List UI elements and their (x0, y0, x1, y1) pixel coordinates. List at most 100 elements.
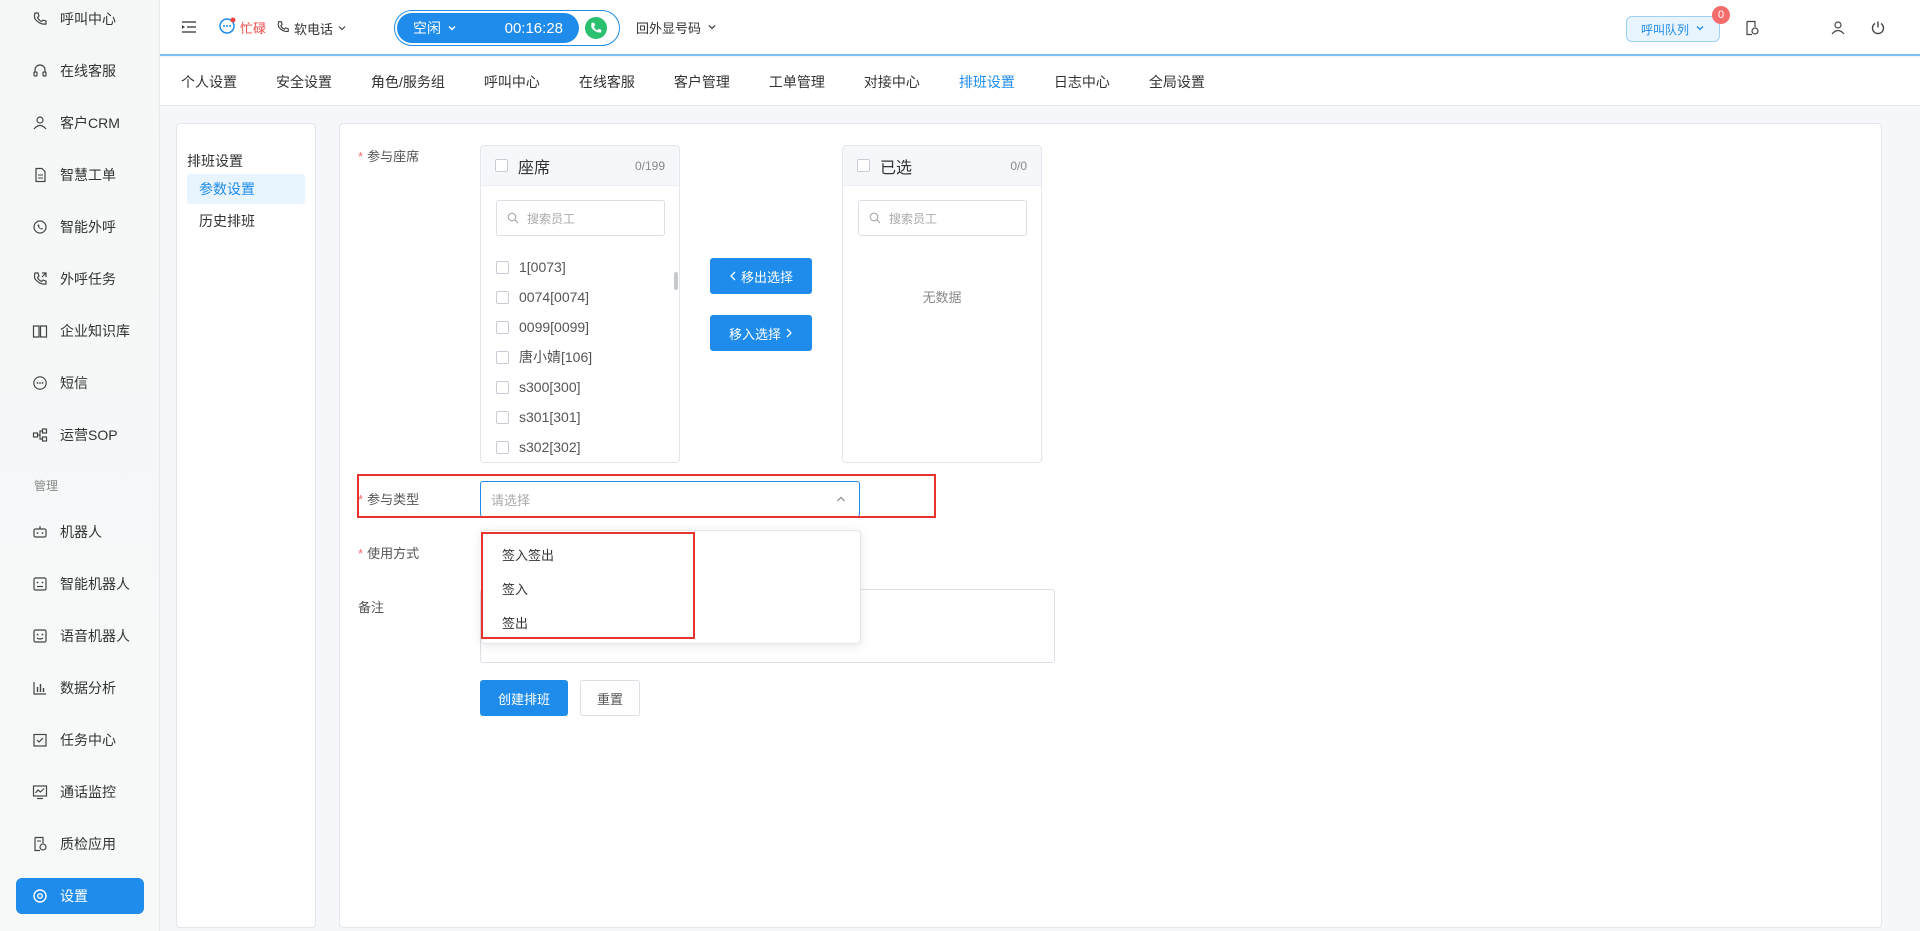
select-all-checkbox[interactable] (857, 159, 870, 172)
tab-global[interactable]: 全局设置 (1149, 72, 1205, 92)
call-queue-button[interactable]: 呼叫队列 (1626, 16, 1720, 42)
item-checkbox[interactable] (496, 350, 509, 364)
monitor-icon (32, 784, 48, 800)
create-schedule-button[interactable]: 创建排班 (480, 680, 568, 716)
tab-roles[interactable]: 角色/服务组 (371, 72, 445, 92)
list-item[interactable]: 唐小婧[106] (496, 342, 666, 372)
type-select[interactable]: 请选择 (480, 481, 860, 517)
sidebar-item-smart-robot[interactable]: 智能机器人 (16, 566, 144, 602)
sidebar-item-sms[interactable]: 短信 (16, 365, 144, 401)
empty-state: 无数据 (922, 290, 962, 305)
user-icon (32, 115, 48, 131)
sidebar-item-voice-robot[interactable]: 语音机器人 (16, 618, 144, 654)
bar-chart-icon (32, 680, 48, 696)
list-item[interactable]: s301[301] (496, 402, 666, 432)
subnav-item-history[interactable]: 历史排班 (187, 206, 305, 236)
sidebar-item-ticket[interactable]: 智慧工单 (16, 157, 144, 193)
item-checkbox[interactable] (496, 320, 509, 334)
create-schedule-label: 创建排班 (497, 691, 550, 707)
tab-integration[interactable]: 对接中心 (864, 72, 920, 92)
item-checkbox[interactable] (496, 290, 509, 304)
sidebar-item-label: 机器人 (60, 524, 102, 540)
chevron-down-icon (447, 20, 457, 36)
tab-personal[interactable]: 个人设置 (181, 72, 237, 92)
move-in-button[interactable]: 移入选择 (710, 315, 812, 351)
list-item-label: 0099[0099] (519, 319, 590, 335)
target-search-input[interactable]: 搜索员工 (858, 200, 1027, 236)
tab-security[interactable]: 安全设置 (276, 72, 332, 92)
select-all-checkbox[interactable] (495, 159, 508, 172)
move-out-button[interactable]: 移出选择 (710, 258, 812, 294)
softphone-selector[interactable]: 软电话 (276, 19, 347, 38)
sidebar-item-label: 客户CRM (60, 115, 120, 131)
call-state-pill[interactable]: 空闲 00:16:28 (397, 13, 579, 43)
item-checkbox[interactable] (496, 410, 509, 424)
sidebar-item-sop[interactable]: 运营SOP (16, 417, 144, 453)
call-timer: 00:16:28 (504, 19, 563, 37)
menu-collapse-icon[interactable] (180, 18, 198, 36)
source-search-input[interactable]: 搜索员工 (496, 200, 665, 236)
item-checkbox[interactable] (496, 260, 509, 274)
list-scrollbar[interactable] (674, 272, 678, 290)
sidebar-item-crm[interactable]: 客户CRM (16, 105, 144, 141)
seat-label-text: 参与座席 (367, 149, 420, 164)
sidebar-item-outbound-task[interactable]: 外呼任务 (16, 261, 144, 297)
sidebar-item-settings[interactable]: 设置 (16, 878, 144, 914)
item-checkbox[interactable] (496, 440, 509, 454)
sidebar-item-call-monitor[interactable]: 通话监控 (16, 774, 144, 810)
type-option-signout[interactable]: 签出 (502, 613, 528, 632)
reset-button[interactable]: 重置 (580, 680, 640, 716)
subnav-item-params[interactable]: 参数设置 (187, 174, 305, 204)
reset-label: 重置 (596, 691, 623, 707)
type-option-signin[interactable]: 签入 (502, 579, 528, 598)
item-checkbox[interactable] (496, 380, 509, 394)
tab-schedule[interactable]: 排班设置 (959, 72, 1015, 92)
sidebar-item-quality[interactable]: 质检应用 (16, 826, 144, 862)
sidebar-item-call-center[interactable]: 呼叫中心 (16, 1, 144, 37)
sidebar-item-analytics[interactable]: 数据分析 (16, 670, 144, 706)
subnav-title: 排班设置 (187, 153, 243, 169)
phone-icon (276, 20, 290, 37)
list-item[interactable]: 0074[0074] (496, 282, 666, 312)
sidebar-item-robot[interactable]: 机器人 (16, 514, 144, 550)
list-item[interactable]: s302[302] (496, 432, 666, 462)
report-icon[interactable] (1742, 18, 1762, 38)
headset-icon (32, 63, 48, 79)
schedule-subnav: 排班设置 参数设置 历史排班 (176, 123, 316, 928)
list-item-label: s300[300] (519, 379, 581, 395)
type-dropdown-menu: 签入签出 签入 签出 (481, 530, 861, 644)
flow-icon (32, 427, 48, 443)
list-item[interactable]: s300[300] (496, 372, 666, 402)
transfer-target-count: 0/0 (1010, 158, 1027, 173)
agent-status[interactable]: 忙碌 (218, 17, 266, 38)
list-item-label: 0074[0074] (519, 289, 590, 305)
tab-online-service[interactable]: 在线客服 (579, 72, 635, 92)
list-item-label: 唐小婧[106] (519, 349, 593, 365)
search-placeholder: 搜索员工 (527, 211, 576, 226)
task-check-icon (32, 732, 48, 748)
queue-count-badge: 0 (1712, 6, 1730, 24)
tab-ticket[interactable]: 工单管理 (769, 72, 825, 92)
tab-customer[interactable]: 客户管理 (674, 72, 730, 92)
tab-call-center[interactable]: 呼叫中心 (484, 72, 540, 92)
outbound-number-selector[interactable]: 回外显号码 (636, 18, 717, 37)
sidebar-item-online-service[interactable]: 在线客服 (16, 53, 144, 89)
sidebar-item-smart-call[interactable]: 智能外呼 (16, 209, 144, 245)
sidebar-item-knowledge[interactable]: 企业知识库 (16, 313, 144, 349)
seat-field-label: * 参与座席 (358, 146, 419, 165)
sidebar-item-task-center[interactable]: 任务中心 (16, 722, 144, 758)
sidebar-item-label: 呼叫中心 (60, 11, 116, 27)
list-item[interactable]: 0099[0099] (496, 312, 666, 342)
list-item[interactable]: 1[0073] (496, 252, 666, 282)
type-option-signin-signout[interactable]: 签入签出 (502, 545, 554, 564)
tab-logs[interactable]: 日志中心 (1054, 72, 1110, 92)
move-out-label: 移出选择 (740, 269, 793, 285)
chevron-up-icon (835, 493, 847, 505)
sidebar-item-label: 外呼任务 (60, 271, 116, 287)
user-icon[interactable] (1828, 18, 1848, 38)
sidebar-item-label: 任务中心 (60, 732, 116, 748)
voice-robot-icon (32, 628, 48, 644)
outbound-number-label: 回外显号码 (636, 21, 702, 36)
answer-call-button[interactable] (585, 17, 607, 39)
power-icon[interactable] (1868, 18, 1888, 38)
